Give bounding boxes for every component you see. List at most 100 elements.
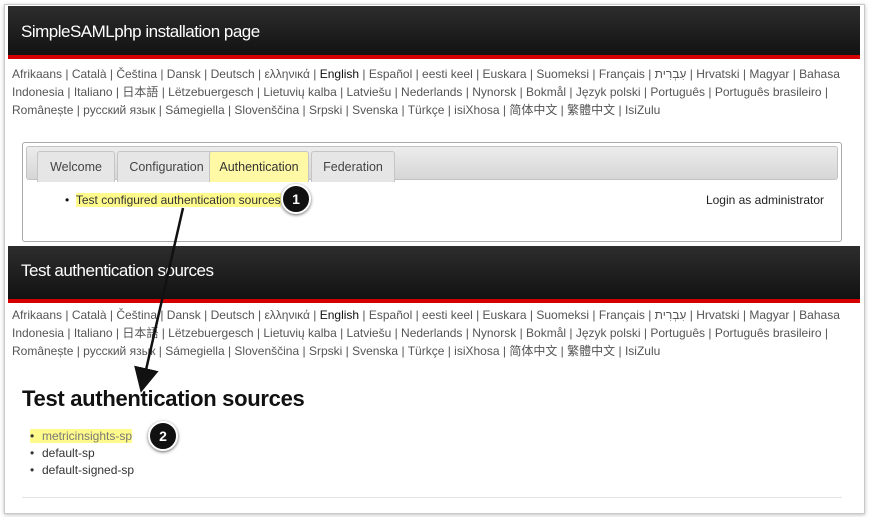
language-link[interactable]: 日本語 bbox=[122, 85, 158, 99]
language-link[interactable]: Čeština bbox=[116, 308, 157, 322]
language-link[interactable]: 繁體中文 bbox=[567, 103, 615, 117]
callout-badge-1: 1 bbox=[281, 184, 311, 214]
language-link[interactable]: Nederlands bbox=[401, 85, 462, 99]
language-link[interactable]: Lietuvių kalba bbox=[263, 85, 336, 99]
language-link[interactable]: Svenska bbox=[352, 344, 398, 358]
language-link[interactable]: עִבְרִית bbox=[655, 67, 687, 81]
language-link[interactable]: IsiZulu bbox=[625, 103, 660, 117]
language-link[interactable]: 简体中文 bbox=[509, 344, 557, 358]
language-link[interactable]: Dansk bbox=[167, 308, 201, 322]
language-link[interactable]: eesti keel bbox=[422, 67, 473, 81]
language-link[interactable]: Afrikaans bbox=[12, 308, 62, 322]
language-link[interactable]: isiXhosa bbox=[454, 103, 499, 117]
language-link[interactable]: Euskara bbox=[483, 67, 527, 81]
language-link[interactable]: Nynorsk bbox=[472, 85, 516, 99]
language-link[interactable]: Português bbox=[650, 326, 705, 340]
test-auth-sources-link[interactable]: Test configured authentication sources bbox=[75, 193, 281, 207]
language-link[interactable]: Português brasileiro bbox=[715, 326, 822, 340]
language-link[interactable]: Español bbox=[369, 308, 412, 322]
language-link[interactable]: Français bbox=[599, 308, 645, 322]
language-link[interactable]: Srpski bbox=[309, 103, 342, 117]
language-link[interactable]: Suomeksi bbox=[536, 308, 589, 322]
tab-authentication[interactable]: Authentication bbox=[209, 151, 309, 182]
language-link[interactable]: Català bbox=[72, 308, 107, 322]
language-link[interactable]: Čeština bbox=[116, 67, 157, 81]
language-link[interactable]: Românește bbox=[12, 344, 73, 358]
language-link[interactable]: Svenska bbox=[352, 103, 398, 117]
language-link[interactable]: 简体中文 bbox=[509, 103, 557, 117]
language-link[interactable]: isiXhosa bbox=[454, 344, 499, 358]
language-link[interactable]: Lëtzebuergesch bbox=[168, 85, 253, 99]
language-separator: | bbox=[516, 326, 527, 340]
language-separator: | bbox=[106, 67, 117, 81]
language-link[interactable]: Português bbox=[650, 85, 705, 99]
source-link-metricinsights-sp[interactable]: metricinsights-sp bbox=[42, 429, 132, 443]
page-header: SimpleSAMLphp installation page bbox=[8, 6, 860, 59]
language-link[interactable]: Magyar bbox=[749, 67, 789, 81]
language-link[interactable]: Język polski bbox=[576, 85, 641, 99]
tab-welcome[interactable]: Welcome bbox=[37, 151, 115, 182]
language-link[interactable]: Hrvatski bbox=[696, 67, 739, 81]
language-separator: | bbox=[644, 308, 655, 322]
source-link-default-sp[interactable]: default-sp bbox=[42, 446, 95, 460]
language-link[interactable]: Język polski bbox=[576, 326, 641, 340]
language-link[interactable]: Français bbox=[599, 67, 645, 81]
language-link[interactable]: 繁體中文 bbox=[567, 344, 615, 358]
language-link[interactable]: Italiano bbox=[74, 326, 113, 340]
list-item: • default-signed-sp bbox=[30, 463, 135, 477]
language-link[interactable]: Latviešu bbox=[347, 326, 392, 340]
tab-federation[interactable]: Federation bbox=[311, 151, 395, 182]
language-link[interactable]: Català bbox=[72, 67, 107, 81]
language-separator: | bbox=[640, 85, 651, 99]
language-link[interactable]: Deutsch bbox=[211, 67, 255, 81]
language-link[interactable]: 日本語 bbox=[122, 326, 158, 340]
language-link[interactable]: עִבְרִית bbox=[655, 308, 687, 322]
language-link[interactable]: ελληνικά bbox=[264, 67, 309, 81]
language-link[interactable]: Euskara bbox=[483, 308, 527, 322]
language-separator: | bbox=[64, 85, 74, 99]
language-separator: | bbox=[686, 308, 697, 322]
language-link[interactable]: Nynorsk bbox=[472, 326, 516, 340]
language-link[interactable]: Türkçe bbox=[408, 103, 445, 117]
language-link[interactable]: Lëtzebuergesch bbox=[168, 326, 253, 340]
language-link[interactable]: Românește bbox=[12, 103, 73, 117]
language-link[interactable]: Slovenščina bbox=[234, 103, 299, 117]
language-link[interactable]: Afrikaans bbox=[12, 67, 62, 81]
language-link[interactable]: Magyar bbox=[749, 308, 789, 322]
login-admin-link[interactable]: Login as administrator bbox=[706, 193, 824, 207]
language-separator: | bbox=[499, 103, 510, 117]
language-link[interactable]: Srpski bbox=[309, 344, 342, 358]
language-separator: | bbox=[62, 308, 72, 322]
language-link[interactable]: Bokmål bbox=[526, 326, 566, 340]
language-link[interactable]: eesti keel bbox=[422, 308, 473, 322]
language-link[interactable]: Deutsch bbox=[211, 308, 255, 322]
language-link[interactable]: Italiano bbox=[74, 85, 113, 99]
language-link[interactable]: Español bbox=[369, 67, 412, 81]
language-link[interactable]: русский язык bbox=[83, 344, 155, 358]
language-link[interactable]: IsiZulu bbox=[625, 344, 660, 358]
language-link[interactable]: Português brasileiro bbox=[715, 85, 822, 99]
language-link[interactable]: ελληνικά bbox=[264, 308, 309, 322]
language-separator: | bbox=[62, 67, 72, 81]
section-title: Test authentication sources bbox=[21, 261, 214, 280]
language-link[interactable]: Nederlands bbox=[401, 326, 462, 340]
language-separator: | bbox=[789, 308, 800, 322]
language-link[interactable]: Hrvatski bbox=[696, 308, 739, 322]
language-separator: | bbox=[299, 344, 309, 358]
language-link[interactable]: Türkçe bbox=[408, 344, 445, 358]
language-link[interactable]: Dansk bbox=[167, 67, 201, 81]
language-link[interactable]: Slovenščina bbox=[234, 344, 299, 358]
source-link-default-signed-sp[interactable]: default-signed-sp bbox=[42, 463, 134, 477]
language-link[interactable]: Suomeksi bbox=[536, 67, 589, 81]
language-link[interactable]: Lietuvių kalba bbox=[263, 326, 336, 340]
language-separator: | bbox=[157, 308, 167, 322]
language-link[interactable]: Latviešu bbox=[347, 85, 392, 99]
language-separator: | bbox=[73, 103, 84, 117]
language-separator: | bbox=[705, 326, 715, 340]
language-separator: | bbox=[462, 326, 473, 340]
language-link[interactable]: Sámegiella bbox=[165, 344, 224, 358]
language-link[interactable]: Sámegiella bbox=[165, 103, 224, 117]
tab-configuration[interactable]: Configuration bbox=[117, 151, 216, 182]
language-link[interactable]: Bokmål bbox=[526, 85, 566, 99]
language-link[interactable]: русский язык bbox=[83, 103, 155, 117]
